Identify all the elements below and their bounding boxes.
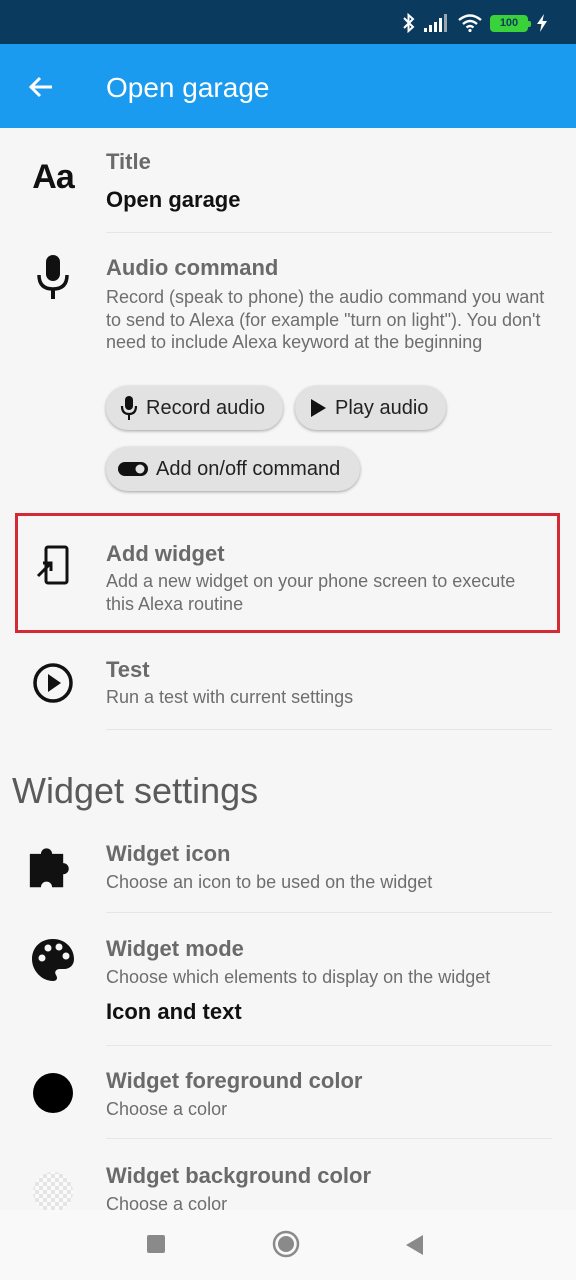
test-description: Run a test with current settings (106, 687, 354, 707)
wifi-icon (458, 14, 482, 32)
bluetooth-icon (403, 13, 415, 33)
transparent-swatch-icon (28, 1167, 78, 1210)
widget-mode-value: Icon and text (106, 999, 242, 1024)
back-button[interactable] (20, 66, 62, 108)
widget-icon-label: Widget icon (106, 841, 231, 866)
highlight-box (15, 513, 560, 633)
widget-icon-description: Choose an icon to be used on the widget (106, 872, 433, 892)
widget-mode-description: Choose which elements to display on the … (106, 967, 491, 987)
color-swatch-icon (28, 1068, 78, 1118)
play-circle-icon (28, 658, 78, 708)
home-button[interactable] (272, 1230, 300, 1258)
status-icons: 100 (402, 12, 548, 34)
widget-mode-setting[interactable]: Widget mode Choose which elements to dis… (0, 913, 576, 1046)
recents-button[interactable] (147, 1235, 165, 1253)
title-value: Open garage (106, 187, 241, 212)
widget-foreground-color-label: Widget foreground color (106, 1068, 363, 1093)
play-audio-label: Play audio (335, 396, 429, 419)
text-format-icon: Aa (32, 157, 74, 196)
audio-command-label: Audio command (106, 255, 279, 280)
record-audio-button[interactable]: Record audio (106, 386, 283, 430)
divider (106, 729, 552, 730)
widget-foreground-color-setting[interactable]: Widget foreground color Choose a color (0, 1046, 576, 1139)
charging-icon (537, 14, 547, 32)
widget-background-color-setting[interactable]: Widget background color Choose a color (0, 1139, 576, 1210)
test-setting[interactable]: Test Run a test with current settings (0, 633, 576, 730)
widget-background-color-description: Choose a color (106, 1194, 228, 1210)
play-icon (311, 399, 326, 417)
audio-command-setting: Audio command Record (speak to phone) th… (0, 233, 576, 513)
back-nav-button[interactable] (404, 1234, 424, 1256)
title-setting[interactable]: Aa Title Open garage (0, 128, 576, 233)
widget-mode-label: Widget mode (106, 936, 244, 961)
audio-command-description: Record (speak to phone) the audio comman… (106, 287, 545, 352)
toggle-icon (118, 462, 148, 476)
play-audio-button[interactable]: Play audio (295, 386, 446, 430)
palette-icon (28, 935, 78, 985)
signal-icon (424, 14, 447, 32)
test-label: Test (106, 657, 150, 682)
puzzle-icon (28, 840, 78, 890)
microphone-icon (120, 396, 138, 420)
widget-foreground-color-description: Choose a color (106, 1099, 228, 1119)
title-label: Title (106, 149, 151, 174)
microphone-icon (28, 253, 78, 303)
status-bar: 100 (0, 0, 576, 44)
navigation-bar (0, 1210, 576, 1280)
battery-icon: 100 (490, 14, 531, 32)
widget-icon-setting[interactable]: Widget icon Choose an icon to be used on… (0, 820, 576, 913)
add-onoff-command-label: Add on/off command (156, 457, 341, 480)
widget-background-color-label: Widget background color (106, 1163, 372, 1188)
app-bar: Open garage (0, 44, 576, 128)
record-audio-label: Record audio (146, 396, 265, 419)
add-onoff-command-button[interactable]: Add on/off command (106, 447, 360, 491)
arrow-back-icon (28, 76, 52, 98)
page-title: Open garage (106, 72, 270, 103)
section-header-widget-settings: Widget settings (12, 770, 259, 811)
